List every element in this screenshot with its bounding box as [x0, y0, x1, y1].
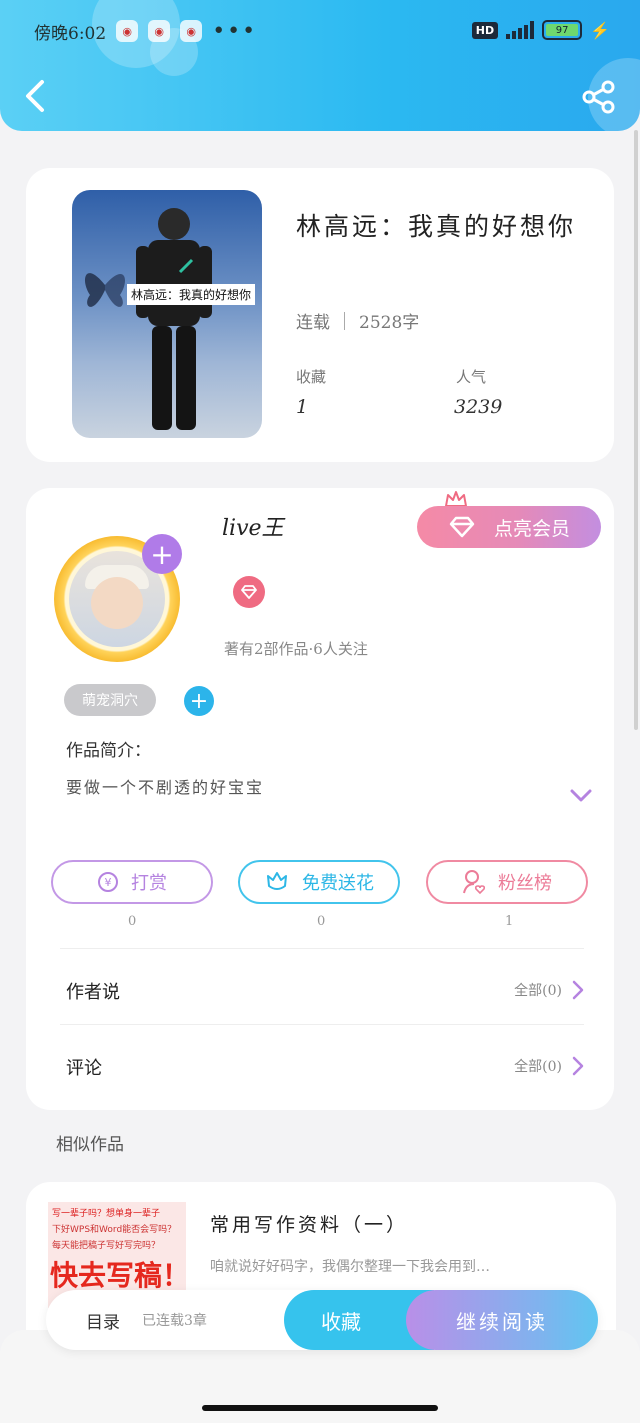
avatar-face [91, 577, 143, 629]
home-indicator[interactable] [202, 1405, 438, 1411]
favorites-count: 1 [296, 396, 309, 418]
fan-count: 1 [505, 914, 514, 929]
back-arrow-icon[interactable] [22, 78, 50, 114]
follow-author-button[interactable]: + [142, 534, 182, 574]
yen-coin-icon: ¥ [98, 872, 118, 892]
cover-person-figure [136, 208, 212, 430]
vip-badge[interactable] [233, 576, 265, 608]
favorites-label: 收藏 [296, 368, 327, 386]
expand-chevron-icon[interactable] [570, 788, 592, 804]
author-works-info: 著有2部作品·6人关注 [224, 640, 368, 658]
thumb-text: 每天能把稿子写好写完吗？ [52, 1241, 161, 1251]
more-notifications-icon: ••• [212, 18, 258, 44]
author-says-count: 全部(0) [514, 983, 562, 999]
vip-button-label: 点亮会员 [493, 518, 570, 540]
chevron-right-icon [572, 980, 584, 1000]
similar-work-title[interactable]: 常用写作资料（一） [210, 1210, 408, 1237]
author-card: + live王 点亮会员 著有2部作品·6人关注 萌宠洞穴 + 作品简介： 要做… [26, 488, 614, 1110]
hd-badge: HD [471, 21, 499, 39]
status-time: 傍晚6:02 [34, 23, 107, 44]
serial-status: 连载 [296, 313, 330, 333]
tip-button[interactable]: ¥ 打赏 [51, 860, 213, 904]
favorite-button-label: 收藏 [321, 1309, 361, 1334]
popularity-count: 3239 [454, 396, 503, 418]
book-cover[interactable]: 林高远：我真的好想你 [72, 190, 262, 438]
flower-icon [267, 872, 287, 890]
signal-icon [506, 21, 535, 39]
add-tag-button[interactable]: + [184, 686, 214, 716]
user-heart-icon [463, 870, 486, 895]
divider [60, 1024, 584, 1025]
popularity-label: 人气 [456, 368, 487, 386]
continue-reading-button[interactable]: 继续阅读 [406, 1290, 598, 1350]
author-says-label[interactable]: 作者说 [66, 978, 120, 1004]
notification-icon: ◉ [180, 20, 203, 42]
flower-count: 0 [317, 914, 326, 929]
thumb-text: 写一辈子吗？想单身一辈子 [52, 1209, 161, 1219]
intro-text: 要做一个不剧透的好宝宝 [66, 778, 265, 797]
charging-icon: ⚡ [590, 20, 610, 40]
send-flower-button[interactable]: 免费送花 [238, 860, 400, 904]
fan-ranking-button[interactable]: 粉丝榜 [426, 860, 588, 904]
diamond-icon [449, 516, 475, 538]
comments-label[interactable]: 评论 [66, 1054, 102, 1080]
activate-vip-button[interactable]: 点亮会员 [417, 506, 601, 548]
word-count: 2528字 [359, 313, 420, 333]
notification-icon: ◉ [116, 20, 139, 42]
butterfly-decor-icon [85, 273, 125, 307]
fan-ranking-label: 粉丝榜 [498, 873, 552, 893]
share-icon[interactable] [582, 80, 616, 114]
battery-level: 97 [546, 24, 579, 36]
author-name[interactable]: live王 [222, 510, 284, 542]
author-says-all[interactable]: 全部(0) [514, 980, 584, 1000]
status-bar-right: HD 97 ⚡ [471, 20, 610, 40]
cover-caption: 林高远：我真的好想你 [127, 284, 256, 305]
chapters-serialized: 已连载3章 [142, 1313, 207, 1329]
similar-works-heading: 相似作品 [56, 1135, 124, 1155]
tip-label: 打赏 [131, 873, 167, 893]
tip-count: 0 [128, 914, 137, 929]
divider [60, 948, 584, 949]
send-flower-label: 免费送花 [302, 873, 374, 893]
book-info-card: 林高远：我真的好想你 林高远：我真的好想你 连载 2528字 收藏 人气 1 3… [26, 168, 614, 462]
status-bar-left: 傍晚6:02 ◉ ◉ ◉ ••• [34, 18, 257, 44]
divider [344, 311, 345, 330]
top-header: 傍晚6:02 ◉ ◉ ◉ ••• HD 97 ⚡ [0, 0, 640, 131]
intro-label: 作品简介： [66, 741, 151, 761]
similar-work-desc: 咱就说好好码字，我偶尔整理一下我会用到… [210, 1259, 490, 1275]
serial-info: 连载 2528字 [296, 308, 419, 333]
bottom-action-bar: 目录 已连载3章 收藏 继续阅读 [46, 1290, 598, 1350]
notification-icon: ◉ [148, 20, 171, 42]
comments-all[interactable]: 全部(0) [514, 1056, 584, 1076]
thumb-text: 下好WPS和Word能否会写吗？ [52, 1225, 177, 1235]
comments-count: 全部(0) [514, 1059, 562, 1075]
continue-reading-label: 继续阅读 [456, 1309, 548, 1334]
svg-text:¥: ¥ [105, 876, 112, 889]
book-title: 林高远：我真的好想你 [296, 212, 577, 241]
thumb-headline: 快去写稿！！！ [50, 1259, 186, 1292]
scrollbar[interactable] [634, 130, 638, 730]
author-tag[interactable]: 萌宠洞穴 [64, 684, 156, 716]
chevron-right-icon [572, 1056, 584, 1076]
diamond-icon [241, 585, 257, 599]
table-of-contents-button[interactable]: 目录 [86, 1308, 120, 1333]
battery-icon: 97 [542, 20, 583, 40]
